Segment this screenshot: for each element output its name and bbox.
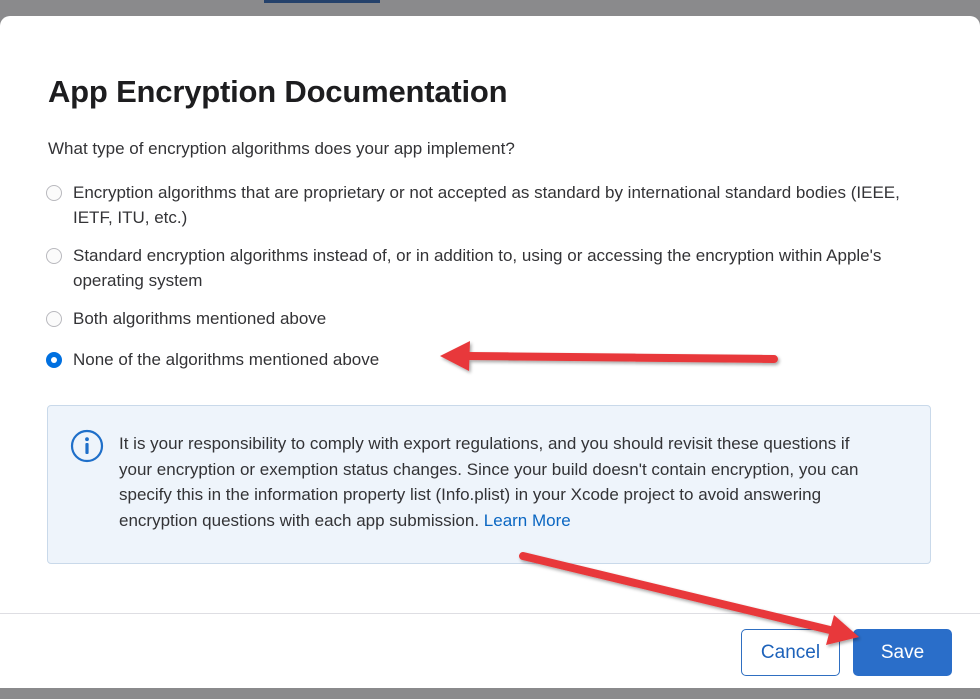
export-compliance-info-box: It is your responsibility to comply with… (47, 405, 931, 564)
option-label: Both algorithms mentioned above (73, 309, 327, 328)
option-both-algorithms[interactable]: Both algorithms mentioned above (46, 308, 936, 331)
learn-more-link[interactable]: Learn More (484, 511, 571, 530)
background-tab-indicator (264, 0, 380, 3)
dialog-title: App Encryption Documentation (48, 74, 508, 109)
radio-button[interactable] (46, 185, 62, 201)
cancel-button[interactable]: Cancel (741, 629, 840, 676)
info-icon (70, 429, 104, 463)
option-standard-algorithms[interactable]: Standard encryption algorithms instead o… (46, 245, 936, 293)
save-button[interactable]: Save (853, 629, 952, 676)
option-none-of-algorithms[interactable]: None of the algorithms mentioned above (46, 349, 936, 372)
radio-button-selected[interactable] (46, 352, 62, 368)
encryption-question: What type of encryption algorithms does … (48, 139, 515, 158)
encryption-dialog: App Encryption Documentation What type o… (0, 16, 980, 688)
option-label: Encryption algorithms that are proprieta… (73, 183, 900, 227)
radio-button[interactable] (46, 248, 62, 264)
option-proprietary-algorithms[interactable]: Encryption algorithms that are proprieta… (46, 182, 936, 230)
option-label: None of the algorithms mentioned above (73, 350, 380, 369)
option-label: Standard encryption algorithms instead o… (73, 246, 882, 290)
footer-divider (0, 613, 980, 614)
info-message: It is your responsibility to comply with… (119, 431, 879, 533)
radio-button[interactable] (46, 311, 62, 327)
